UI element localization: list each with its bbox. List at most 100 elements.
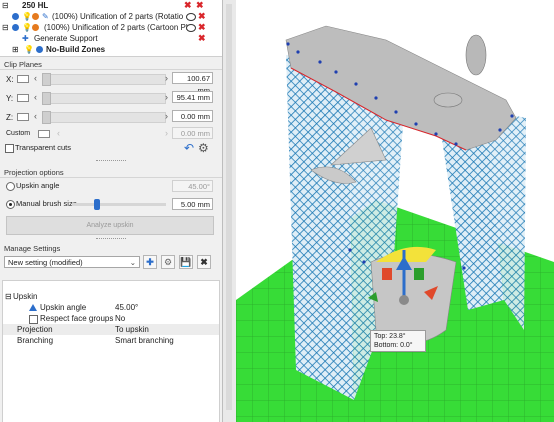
delete-icon[interactable]: ✖: [198, 33, 206, 44]
tree-item-no-build-zones[interactable]: ⊞ 💡 No-Build Zones: [0, 44, 222, 55]
delete-setting-button[interactable]: ✖: [197, 255, 211, 269]
clip-value-z[interactable]: 0.00 mm: [172, 110, 213, 122]
support-icon: ✚: [22, 34, 29, 43]
divider: [0, 69, 222, 70]
manual-brush-radio[interactable]: [6, 200, 15, 209]
splitter-grip[interactable]: [96, 238, 126, 241]
property-row[interactable]: Branching Smart branching: [3, 335, 219, 346]
clip-color-swatch[interactable]: [38, 130, 50, 138]
clip-color-swatch[interactable]: [17, 113, 29, 121]
left-panel: ⊟ 250 HL ✖ ✖ 💡 ✎ (100%) Unification of 2…: [0, 0, 222, 422]
clip-slider-y[interactable]: [42, 93, 166, 104]
save-setting-button[interactable]: 💾: [179, 255, 193, 269]
clip-row-custom: Custom ‹ › 0.00 mm: [0, 126, 222, 142]
property-row[interactable]: Projection To upskin: [3, 324, 219, 335]
add-setting-button[interactable]: ✚: [143, 255, 157, 269]
settings-select-value: New setting (modified): [8, 258, 83, 267]
tree-item-part-2[interactable]: ⊟ 💡 (100%) Unification of 2 parts (Carto…: [0, 22, 222, 33]
tree-root-label: 250 HL: [22, 1, 49, 10]
panel-scrollbar[interactable]: [222, 0, 237, 422]
part-icon: [12, 24, 19, 31]
transparent-cuts-label: Transparent cuts: [15, 143, 71, 152]
clip-color-swatch[interactable]: [17, 94, 29, 102]
property-row[interactable]: Respect face groups No: [3, 313, 219, 324]
clip-slider-x[interactable]: [42, 74, 166, 85]
tree-root[interactable]: ⊟ 250 HL ✖ ✖: [0, 0, 222, 11]
projection-title: Projection options: [4, 168, 64, 177]
tree-item-generate-support[interactable]: ✚ Generate Support ✖: [0, 33, 222, 44]
analyze-upskin-button: Analyze upskin: [6, 216, 214, 235]
right-arrow-icon[interactable]: ›: [165, 92, 168, 102]
color-icon: [32, 13, 39, 20]
part-icon: [12, 13, 19, 20]
property-value[interactable]: To upskin: [115, 324, 149, 335]
triangle-icon: [29, 304, 37, 311]
upskin-angle-radio[interactable]: [6, 182, 15, 191]
settings-select[interactable]: New setting (modified) ⌄: [4, 256, 140, 268]
divider: [0, 177, 222, 178]
manual-brush-label: Manual brush size: [16, 199, 77, 208]
tree-item-part-1[interactable]: 💡 ✎ (100%) Unification of 2 parts (Rotat…: [0, 11, 222, 22]
property-key: Projection: [17, 325, 53, 334]
property-group-row[interactable]: ⊟ Upskin: [3, 291, 219, 302]
property-value[interactable]: 45.00°: [115, 302, 138, 313]
upskin-angle-label: Upskin angle: [16, 181, 60, 190]
clip-color-swatch[interactable]: [17, 75, 29, 83]
eye-icon[interactable]: [186, 13, 196, 21]
brush-slider-thumb[interactable]: [94, 199, 101, 210]
clip-value-x[interactable]: 100.67 mm: [172, 72, 213, 95]
property-key: Respect face groups: [40, 314, 114, 323]
right-arrow-icon[interactable]: ›: [165, 111, 168, 121]
left-arrow-icon[interactable]: ‹: [34, 111, 37, 121]
respect-face-groups-checkbox[interactable]: [29, 315, 38, 324]
gear-icon[interactable]: ⚙: [198, 141, 209, 155]
undo-icon[interactable]: ↶: [184, 141, 194, 155]
bulb-icon[interactable]: 💡: [22, 11, 32, 22]
delete-icon[interactable]: ✖: [196, 0, 204, 11]
settings-gear-button[interactable]: ⚙: [161, 255, 175, 269]
clip-value-y[interactable]: 95.41 mm: [172, 91, 213, 103]
axis-label: Z:: [6, 113, 14, 122]
tree-item-label: (100%) Unification of 2 parts (Cartoon P…: [44, 23, 188, 32]
slider-thumb[interactable]: [42, 92, 51, 105]
property-row[interactable]: Upskin angle 45.00°: [3, 302, 219, 313]
property-group-label: Upskin: [13, 292, 38, 301]
delete-icon[interactable]: ✖: [184, 0, 192, 11]
manage-settings-title: Manage Settings: [4, 244, 61, 253]
3d-viewport[interactable]: Top: 23.8° Bottom: 0.0°: [236, 0, 554, 422]
collapse-icon[interactable]: ⊟: [2, 0, 9, 11]
clip-slider-z[interactable]: [42, 112, 166, 123]
tree-item-label: Generate Support: [34, 34, 98, 43]
splitter-grip[interactable]: [96, 160, 126, 163]
expand-icon[interactable]: ⊞: [12, 44, 19, 55]
bulb-icon[interactable]: 💡: [22, 22, 32, 33]
tree-item-label: No-Build Zones: [46, 45, 106, 54]
manual-brush-field[interactable]: 5.00 mm: [172, 198, 213, 210]
bulb-icon[interactable]: 💡: [24, 44, 34, 55]
scrollbar-thumb[interactable]: [226, 4, 232, 410]
property-value[interactable]: Smart branching: [115, 335, 174, 346]
left-arrow-icon[interactable]: ‹: [34, 92, 37, 102]
upskin-angle-row: Upskin angle 45.00°: [0, 180, 222, 194]
delete-icon[interactable]: ✖: [198, 11, 206, 22]
gizmo-plane: [382, 268, 392, 280]
right-arrow-icon[interactable]: ›: [165, 73, 168, 83]
transparent-cuts-row[interactable]: Transparent cuts ↶ ⚙: [0, 141, 222, 155]
gizmo-center: [399, 295, 409, 305]
slider-thumb[interactable]: [42, 111, 51, 124]
property-value[interactable]: No: [115, 313, 125, 324]
scene-tree: ⊟ 250 HL ✖ ✖ 💡 ✎ (100%) Unification of 2…: [0, 0, 222, 57]
support-lattice: [286, 55, 354, 400]
delete-icon[interactable]: ✖: [198, 22, 206, 33]
manual-brush-row: Manual brush size 5.00 mm: [0, 198, 222, 212]
eye-icon[interactable]: [186, 24, 196, 32]
transparent-cuts-checkbox[interactable]: [5, 144, 14, 153]
left-arrow-icon: ‹: [57, 128, 60, 138]
gizmo-plane: [414, 268, 424, 280]
expand-icon[interactable]: ⊟: [2, 22, 9, 33]
clip-row-x: X: ‹ › 100.67 mm: [0, 71, 222, 95]
slider-thumb[interactable]: [42, 73, 51, 86]
collapse-icon[interactable]: ⊟: [5, 291, 12, 302]
left-arrow-icon[interactable]: ‹: [34, 73, 37, 83]
brush-slider-track[interactable]: [72, 203, 166, 206]
